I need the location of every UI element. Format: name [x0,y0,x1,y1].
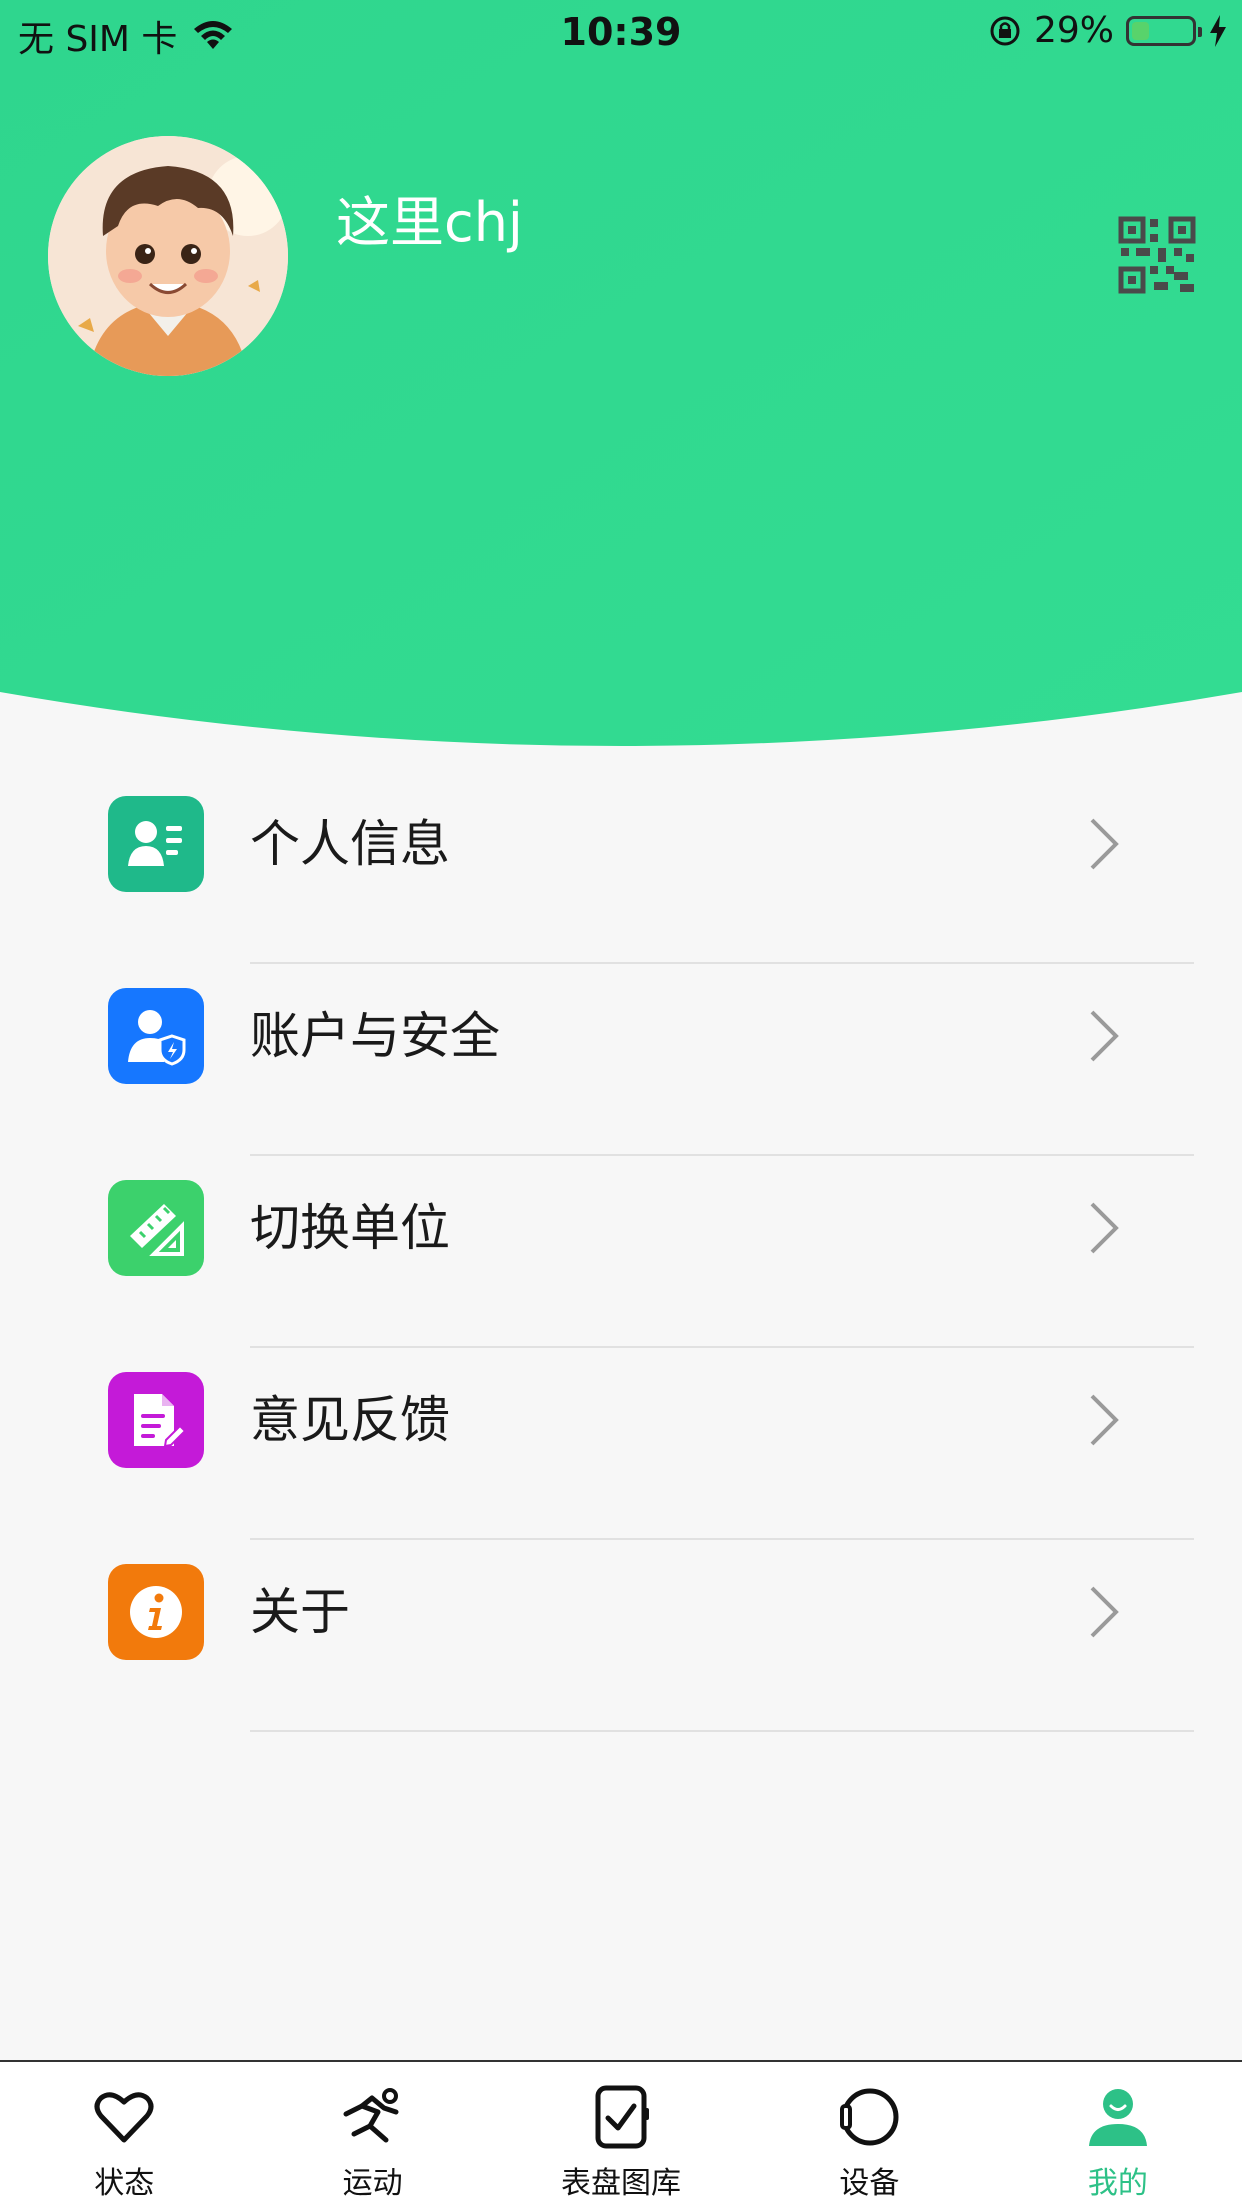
battery-percent: 29% [1033,10,1114,51]
battery-icon [1126,15,1202,46]
avatar[interactable] [48,136,288,376]
tab-profile[interactable]: 我的 [994,2062,1242,2208]
chevron-right-icon [1090,1394,1119,1446]
personal-info-icon [108,796,204,892]
menu-label: 关于 [250,1583,350,1641]
profile-header: 无 SIM 卡 10:39 29% 这里chj [0,0,1242,760]
heart-icon [94,2092,154,2143]
watch-face-icon [595,2085,650,2149]
profile-icon [1088,2089,1147,2146]
status-bar: 无 SIM 卡 10:39 29% [0,0,1242,62]
chevron-right-icon [1090,1202,1119,1254]
chevron-right-icon [1090,818,1119,870]
header-background [0,0,1242,746]
tab-watch-faces[interactable]: 表盘图库 [497,2062,745,2208]
feedback-icon [108,1372,204,1468]
divider [250,1730,1194,1732]
chevron-right-icon [1090,1586,1119,1638]
menu-item-feedback[interactable]: 意见反馈 [0,1348,1242,1540]
tab-label: 设备 [839,2166,900,2201]
info-icon [108,1564,204,1660]
menu-label: 个人信息 [250,815,450,873]
menu-label: 意见反馈 [250,1391,450,1449]
qr-code-icon[interactable] [1118,216,1196,294]
tab-label: 我的 [1087,2166,1148,2201]
menu-item-switch-unit[interactable]: 切换单位 [0,1156,1242,1348]
chevron-right-icon [1090,1010,1119,1062]
menu-item-account-security[interactable]: 账户与安全 [0,964,1242,1156]
tab-label: 运动 [342,2166,403,2201]
tab-devices[interactable]: 设备 [745,2062,993,2208]
tab-status[interactable]: 状态 [0,2062,248,2208]
device-icon [840,2088,899,2146]
menu-item-personal-info[interactable]: 个人信息 [0,772,1242,964]
battery-fill [1132,21,1149,40]
username[interactable]: 这里chj [336,178,523,257]
tab-label: 表盘图库 [561,2166,682,2201]
menu-label: 切换单位 [250,1199,450,1257]
tab-label: 状态 [94,2166,155,2201]
tab-sports[interactable]: 运动 [248,2062,496,2208]
menu-label: 账户与安全 [250,1007,500,1065]
avatar-cartoon-boy [48,136,288,376]
charging-bolt-icon [1210,14,1226,47]
settings-menu: 个人信息 账户与安全 切换单位 意见反馈 关于 [0,772,1242,1732]
account-security-icon [108,988,204,1084]
ruler-icon [108,1180,204,1276]
orientation-lock-icon [990,16,1020,45]
running-icon [343,2088,399,2143]
menu-item-about[interactable]: 关于 [0,1540,1242,1732]
tab-bar: 状态 运动 表盘图库 设备 我的 [0,2060,1242,2208]
